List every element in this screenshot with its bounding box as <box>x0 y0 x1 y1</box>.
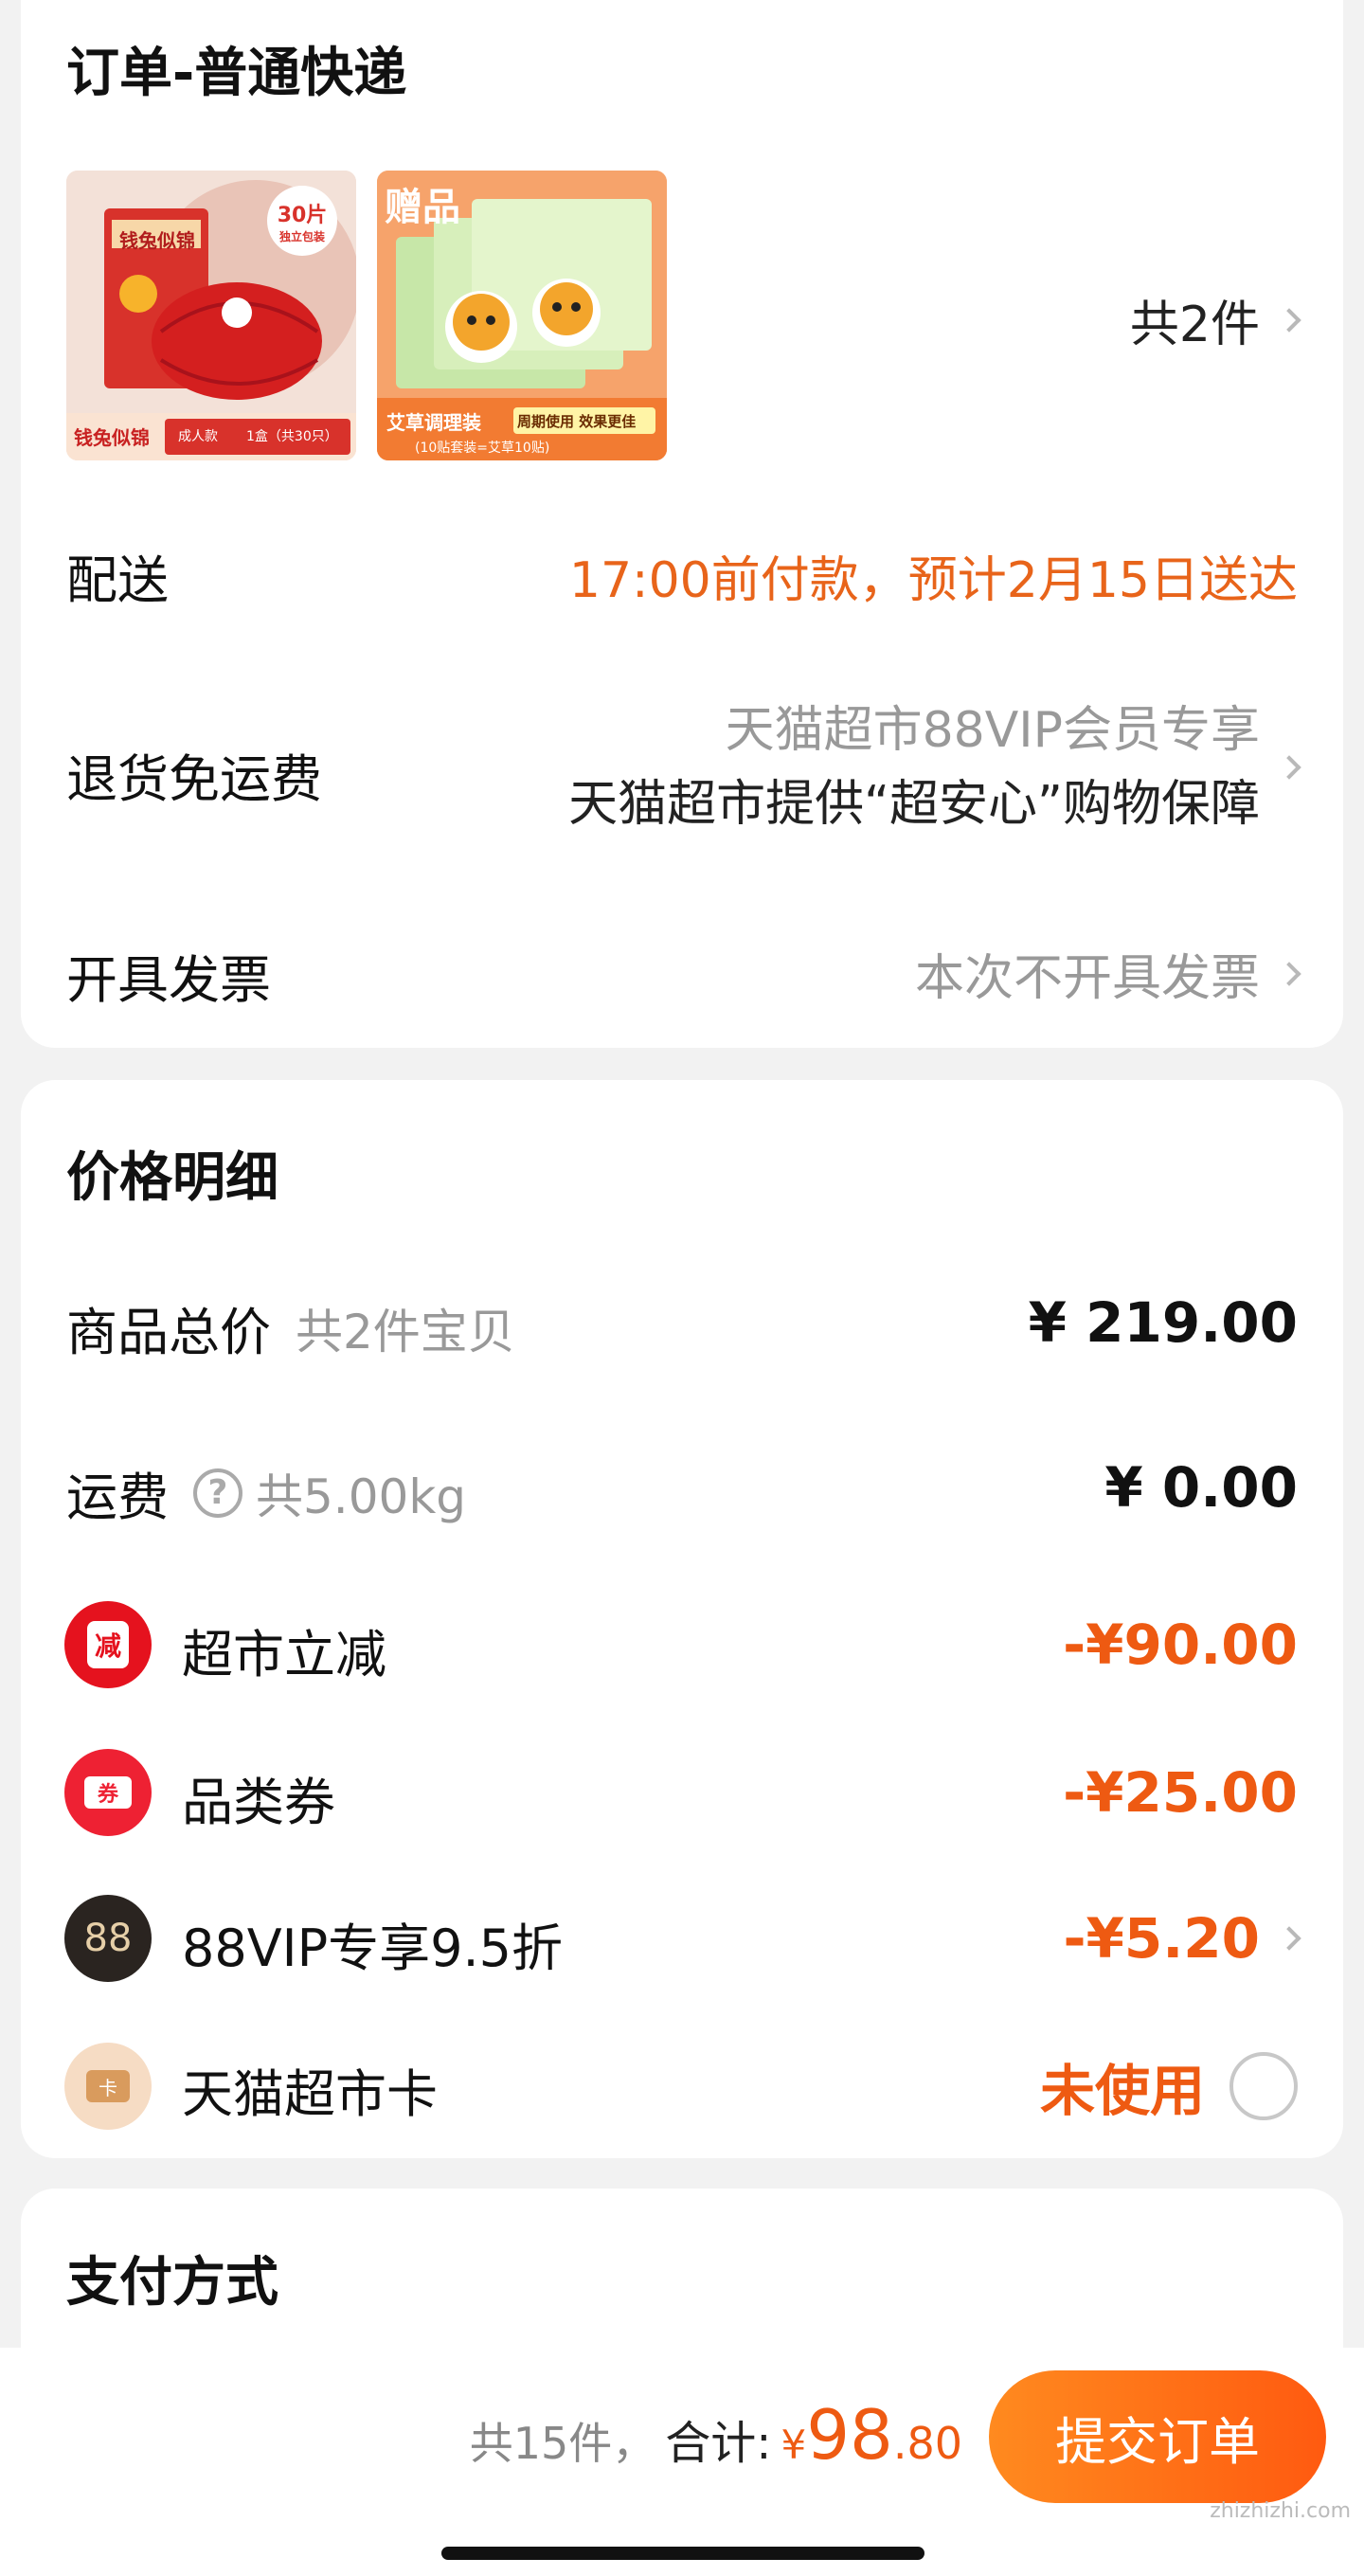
product-thumbnail-gift[interactable]: 赠品 艾草调理装 周期使用 效果更佳 (10贴套装=艾草10贴) <box>377 171 667 460</box>
vip-88-icon: 88 <box>64 1895 152 1982</box>
coupon-value: -¥25.00 <box>1063 1760 1298 1825</box>
badge-count: 30片 <box>277 203 328 227</box>
vip-discount-value: -¥5.20 <box>1063 1906 1260 1971</box>
total-integer: 98 <box>806 2395 893 2475</box>
goods-total-row: 商品总价 共2件宝贝 <box>66 1290 515 1365</box>
total-decimal: .80 <box>892 2418 962 2469</box>
items-count: 共2件 <box>1129 297 1260 353</box>
price-card: 价格明细 商品总价 共2件宝贝 ¥ 219.00 运费 ? 共5.00kg ¥ … <box>21 1080 1343 2158</box>
watermark: zhizhizhi.com <box>1210 2499 1351 2523</box>
coupon-icon: 券 <box>64 1749 152 1836</box>
chevron-right-icon <box>1277 961 1301 986</box>
home-indicator[interactable] <box>441 2547 924 2560</box>
radio-button[interactable] <box>1229 2052 1298 2120</box>
supermarket-card-label: 天猫超市卡 <box>182 2064 438 2124</box>
invoice-value: 本次不开具发票 <box>914 950 1260 1007</box>
supermarket-card-status: 未使用 <box>1039 2059 1205 2123</box>
invoice-label: 开具发票 <box>66 950 271 1010</box>
delivery-label: 配送 <box>66 550 169 610</box>
total-currency: ¥ <box>781 2422 807 2468</box>
help-icon[interactable]: ? <box>193 1468 242 1518</box>
shipping-row: 运费 ? 共5.00kg <box>66 1455 466 1530</box>
payment-title: 支付方式 <box>66 2252 278 2314</box>
return-info-link[interactable]: 天猫超市88VIP会员专享 天猫超市提供“超安心”购物保障 <box>568 694 1301 841</box>
chevron-right-icon <box>1277 1926 1301 1951</box>
total-count: 共15件， <box>469 2418 656 2469</box>
chevron-right-icon <box>1277 307 1301 333</box>
submit-order-button[interactable]: 提交订单 <box>989 2370 1326 2503</box>
order-total: 共15件， 合计: ¥ 98 .80 <box>470 2395 962 2475</box>
shipping-label: 运费 <box>66 1468 169 1527</box>
discount-label: 超市立减 <box>182 1625 386 1684</box>
shipping-value: ¥ 0.00 <box>1104 1455 1298 1520</box>
total-label: 合计: <box>665 2417 772 2470</box>
return-line-1: 天猫超市88VIP会员专享 <box>725 702 1260 759</box>
goods-total-sub: 共2件宝贝 <box>296 1304 515 1360</box>
product-caption-2: 1盒（共30只） <box>246 429 338 444</box>
gift-caption: 艾草调理装 <box>386 411 481 434</box>
gift-caption-tag: 周期使用 效果更佳 <box>517 413 637 430</box>
items-count-link[interactable]: 共2件 <box>1129 284 1301 355</box>
discount-value: -¥90.00 <box>1063 1612 1298 1677</box>
delivery-value: 17:00前付款，预计2月15日送达 <box>568 552 1298 609</box>
return-label: 退货免运费 <box>66 749 322 809</box>
gift-caption-sub: (10贴套装=艾草10贴) <box>415 441 550 456</box>
price-title: 价格明细 <box>66 1147 278 1209</box>
product-badge: 30片 独立包装 <box>267 186 337 256</box>
supermarket-card-toggle[interactable]: 未使用 <box>1040 2046 1298 2126</box>
shipping-sub: 共5.00kg <box>256 1468 467 1524</box>
goods-total-value: ¥ 219.00 <box>1028 1290 1298 1355</box>
vip-discount-link[interactable]: -¥5.20 <box>1063 1906 1301 1971</box>
order-card: 订单-普通快递 钱兔似锦 30片 独立包装 钱兔似锦 成人款 1盒（共30只） <box>21 0 1343 1048</box>
gift-tag: 赠品 <box>385 186 460 229</box>
product-brand: 钱兔似锦 <box>119 229 195 252</box>
coupon-label: 品类券 <box>182 1773 335 1832</box>
supermarket-card-icon: 卡 <box>64 2043 152 2130</box>
return-line-2: 天猫超市提供“超安心”购物保障 <box>568 776 1260 833</box>
chevron-right-icon <box>1277 755 1301 780</box>
product-caption-1: 成人款 <box>178 429 218 444</box>
product-thumbnail-mask[interactable]: 钱兔似锦 30片 独立包装 钱兔似锦 成人款 1盒（共30只） <box>66 171 356 460</box>
vip-discount-label: 88VIP专享9.5折 <box>182 1918 564 1978</box>
checkout-bar: 共15件， 合计: ¥ 98 .80 提交订单 zhizhizhi.com <box>0 2348 1364 2576</box>
invoice-link[interactable]: 本次不开具发票 <box>914 938 1301 1009</box>
goods-total-label: 商品总价 <box>66 1303 271 1362</box>
product-caption-brand: 钱兔似锦 <box>74 426 150 449</box>
supermarket-discount-icon: 减 <box>64 1601 152 1688</box>
order-title: 订单-普通快递 <box>66 43 407 104</box>
badge-sub: 独立包装 <box>278 229 325 243</box>
